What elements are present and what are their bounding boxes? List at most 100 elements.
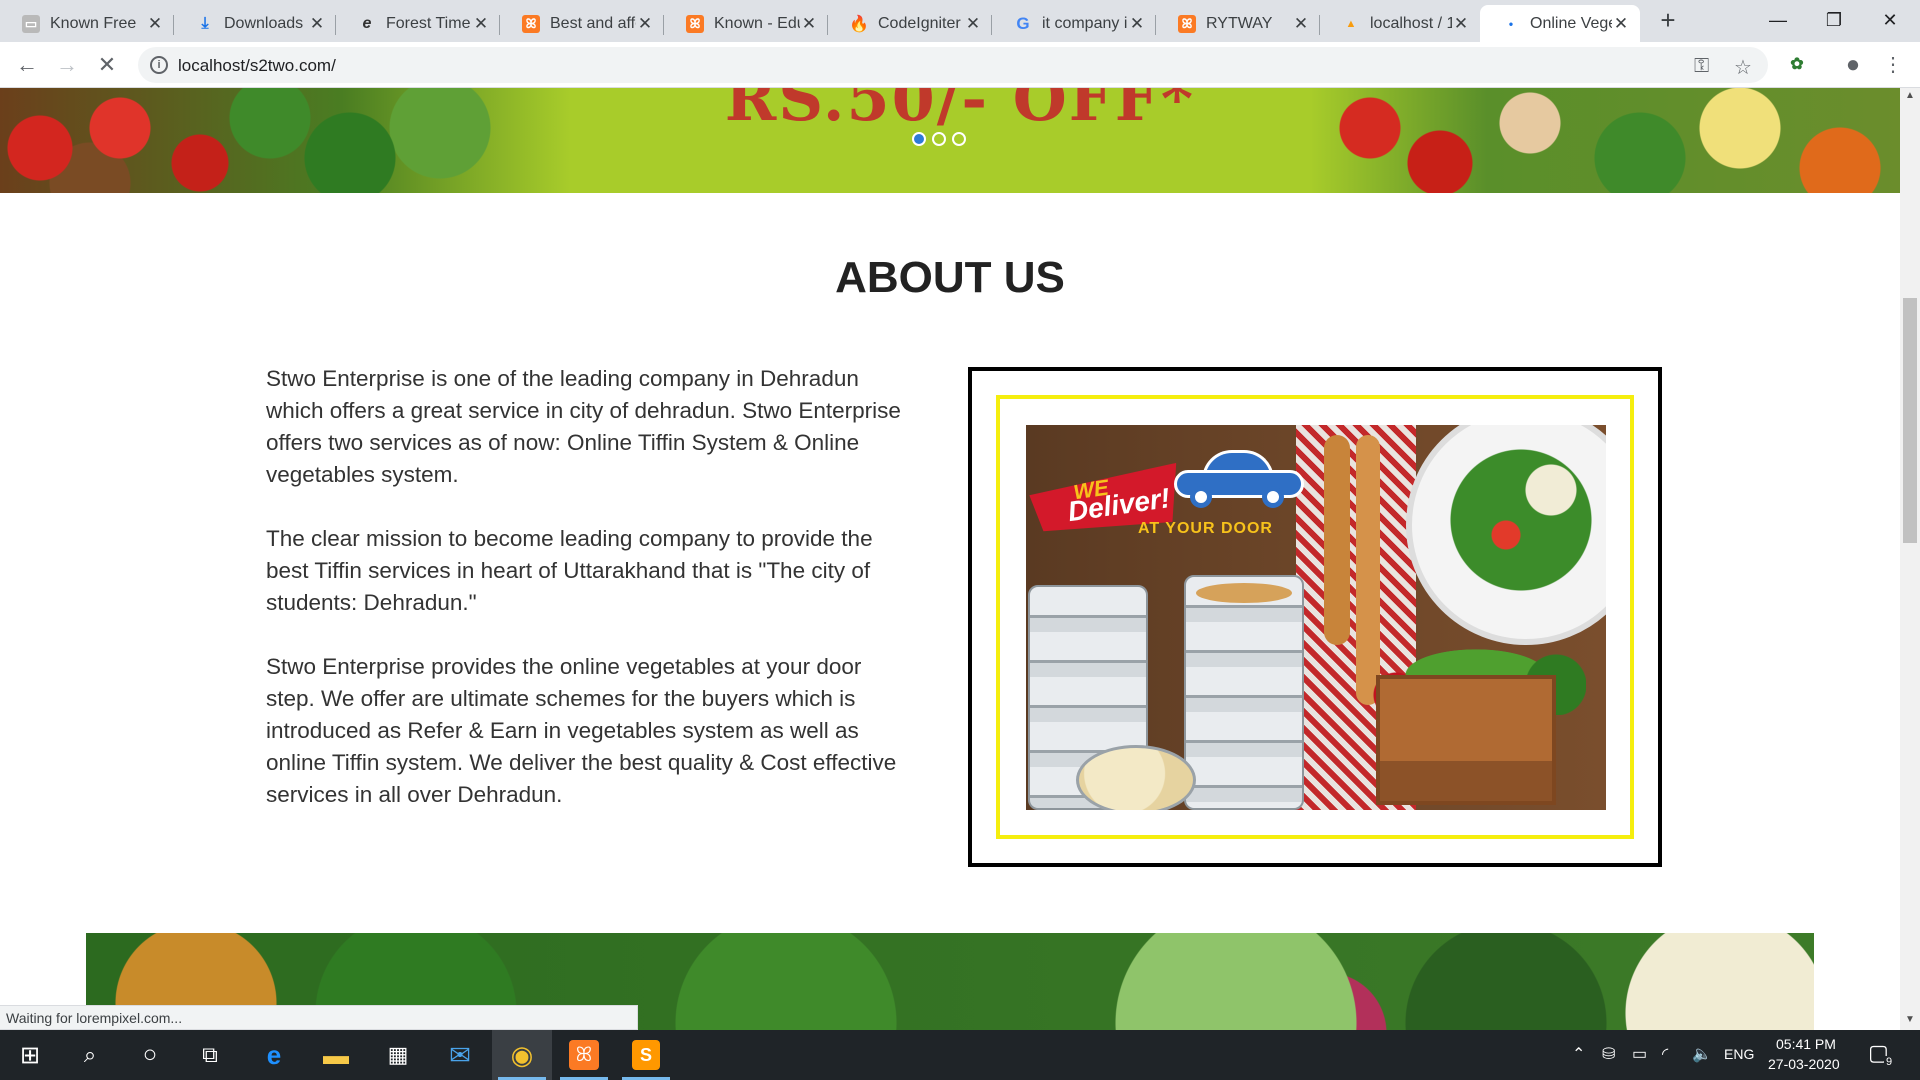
- extension-icon[interactable]: ✿: [1784, 52, 1810, 78]
- folder-icon: ▬: [323, 1039, 349, 1070]
- promo-image-frame: WE Deliver! AT YOUR DOOR: [968, 367, 1662, 867]
- tab-strip: ▭ Known Free ✕ ⤓ Downloads ✕ e Forest Ti…: [0, 0, 1920, 42]
- scroll-up-arrow-icon[interactable]: ▲: [1900, 90, 1920, 101]
- edge-icon: e: [266, 1039, 282, 1070]
- start-button[interactable]: ⊞: [0, 1030, 60, 1080]
- tab-title: RYTWAY: [1206, 14, 1273, 32]
- salad-graphic: [1446, 445, 1596, 595]
- task-view-button[interactable]: ⧉: [180, 1030, 240, 1080]
- address-bar[interactable]: i localhost/s2two.com/ ⚿ ☆: [138, 47, 1768, 83]
- at-your-door-text: AT YOUR DOOR: [1138, 520, 1273, 537]
- banner-vegetables-right-image: [1310, 88, 1900, 193]
- tab-title: it company i: [1042, 14, 1128, 32]
- menu-kebab-icon[interactable]: ⋮: [1880, 52, 1906, 78]
- xampp-icon: ꕤ: [569, 1040, 599, 1070]
- close-tab-icon[interactable]: ✕: [964, 14, 982, 34]
- restore-button[interactable]: ❐: [1806, 0, 1862, 40]
- banner-vegetables-left-image: [0, 88, 570, 193]
- tiffin-box-graphic: [1184, 575, 1304, 810]
- tab-title: Online Vege: [1530, 14, 1612, 32]
- url-text[interactable]: localhost/s2two.com/: [178, 56, 336, 76]
- carousel-indicators: [912, 132, 966, 146]
- forward-button[interactable]: →: [52, 50, 82, 80]
- wifi-icon[interactable]: ◜: [1662, 1044, 1668, 1064]
- profile-avatar-icon[interactable]: ●: [1840, 52, 1866, 78]
- wooden-spoon-graphic: [1324, 435, 1350, 645]
- close-tab-icon[interactable]: ✕: [1292, 14, 1310, 34]
- language-indicator[interactable]: ENG: [1724, 1046, 1754, 1062]
- close-tab-icon[interactable]: ✕: [1452, 14, 1470, 34]
- close-tab-icon[interactable]: ✕: [308, 14, 326, 34]
- taskbar-chrome[interactable]: ◉: [492, 1030, 552, 1080]
- tab-downloads[interactable]: ⤓ Downloads ✕: [174, 5, 336, 42]
- tab-forest-time[interactable]: e Forest Time ✕: [336, 5, 500, 42]
- tab-codeigniter[interactable]: 🔥 CodeIgniter ✕: [828, 5, 992, 42]
- carousel-dot-2[interactable]: [932, 132, 946, 146]
- back-button[interactable]: ←: [12, 50, 42, 80]
- about-us-heading: ABOUT US: [835, 253, 1065, 302]
- search-button[interactable]: ⌕: [60, 1030, 120, 1080]
- tab-title: Best and affo: [550, 14, 636, 32]
- close-tab-icon[interactable]: ✕: [472, 14, 490, 34]
- about-paragraph-1: Stwo Enterprise is one of the leading co…: [266, 366, 901, 487]
- taskbar-file-explorer[interactable]: ▬: [306, 1030, 366, 1080]
- scrollbar-thumb[interactable]: [1903, 298, 1917, 543]
- clock-time[interactable]: 05:41 PM: [1776, 1036, 1836, 1052]
- page-scrollbar[interactable]: ▲ ▼: [1900, 88, 1920, 1030]
- browser-toolbar: ← → ✕ i localhost/s2two.com/ ⚿ ☆ ✿ ● ⋮: [0, 42, 1920, 88]
- new-tab-button[interactable]: +: [1654, 7, 1682, 35]
- car-wheel-graphic: [1190, 486, 1212, 508]
- tab-favicon-generic-icon: ▭: [22, 14, 40, 33]
- volume-icon[interactable]: 🔈: [1692, 1044, 1712, 1064]
- key-icon[interactable]: ⚿: [1694, 55, 1709, 78]
- battery-icon[interactable]: ▭: [1632, 1044, 1647, 1064]
- network-disconnected-icon[interactable]: ⛁: [1602, 1044, 1615, 1064]
- close-tab-icon[interactable]: ✕: [1128, 14, 1146, 34]
- tab-known-edu[interactable]: ꕤ Known - Edu ✕: [664, 5, 828, 42]
- taskbar-store[interactable]: ▦: [368, 1030, 428, 1080]
- carousel-dot-1[interactable]: [912, 132, 926, 146]
- scroll-down-arrow-icon[interactable]: ▼: [1900, 1014, 1920, 1025]
- tab-title: Known - Edu: [714, 14, 800, 32]
- clock-date[interactable]: 27-03-2020: [1768, 1056, 1840, 1072]
- tab-title: CodeIgniter: [878, 14, 961, 32]
- loading-status-bar: Waiting for lorempixel.com...: [0, 1005, 638, 1030]
- banner-offer-text: RS.50/- OFF*: [724, 88, 1196, 135]
- tab-it-company[interactable]: G it company i ✕: [992, 5, 1156, 42]
- show-hidden-icons-icon[interactable]: ⌃: [1572, 1044, 1585, 1064]
- star-bookmark-icon[interactable]: ☆: [1734, 55, 1752, 80]
- windows-taskbar: ⊞ ⌕ ○ ⧉ e ▬ ▦ ✉ ◉ ꕤ S ⌃ ⛁ ▭ ◜ 🔈 ENG 05:4…: [0, 1030, 1920, 1080]
- stop-loading-button[interactable]: ✕: [92, 50, 122, 80]
- hero-banner: RS.50/- OFF*: [0, 88, 1900, 193]
- about-paragraph-3: Stwo Enterprise provides the online vege…: [266, 654, 897, 807]
- taskbar-edge[interactable]: e: [244, 1030, 304, 1080]
- cortana-circle-icon: ○: [142, 1041, 158, 1068]
- tab-best-and-affordable[interactable]: ꕤ Best and affo ✕: [500, 5, 664, 42]
- phpmyadmin-icon: ▲: [1345, 17, 1357, 30]
- close-tab-icon[interactable]: ✕: [636, 14, 654, 34]
- notification-count-badge: 9: [1884, 1056, 1895, 1068]
- sublime-text-icon: S: [632, 1040, 660, 1070]
- tab-known-free[interactable]: ▭ Known Free ✕: [0, 5, 174, 42]
- delivery-promo-image: WE Deliver! AT YOUR DOOR: [1026, 425, 1606, 810]
- close-window-button[interactable]: ✕: [1862, 0, 1918, 40]
- close-tab-icon[interactable]: ✕: [146, 14, 164, 34]
- xampp-icon: ꕤ: [686, 14, 704, 33]
- minimize-button[interactable]: —: [1750, 0, 1806, 40]
- tab-rytway[interactable]: ꕤ RYTWAY ✕: [1156, 5, 1320, 42]
- tiffin-food-graphic: [1196, 583, 1292, 603]
- tab-online-vegetables[interactable]: • Online Vege ✕: [1480, 5, 1640, 42]
- taskbar-sublime[interactable]: S: [616, 1030, 676, 1080]
- tab-title: Forest Time: [386, 14, 471, 32]
- close-tab-icon[interactable]: ✕: [800, 14, 818, 34]
- about-us-text: Stwo Enterprise is one of the leading co…: [266, 363, 906, 843]
- site-info-icon[interactable]: i: [150, 56, 168, 74]
- close-tab-icon[interactable]: ✕: [1612, 14, 1630, 34]
- google-icon: G: [1016, 13, 1030, 33]
- taskbar-xampp[interactable]: ꕤ: [554, 1030, 614, 1080]
- car-wheel-graphic: [1262, 486, 1284, 508]
- tab-localhost-phpmyadmin[interactable]: ▲ localhost / 1 ✕: [1320, 5, 1480, 42]
- taskbar-mail[interactable]: ✉: [430, 1030, 490, 1080]
- carousel-dot-3[interactable]: [952, 132, 966, 146]
- cortana-button[interactable]: ○: [120, 1030, 180, 1080]
